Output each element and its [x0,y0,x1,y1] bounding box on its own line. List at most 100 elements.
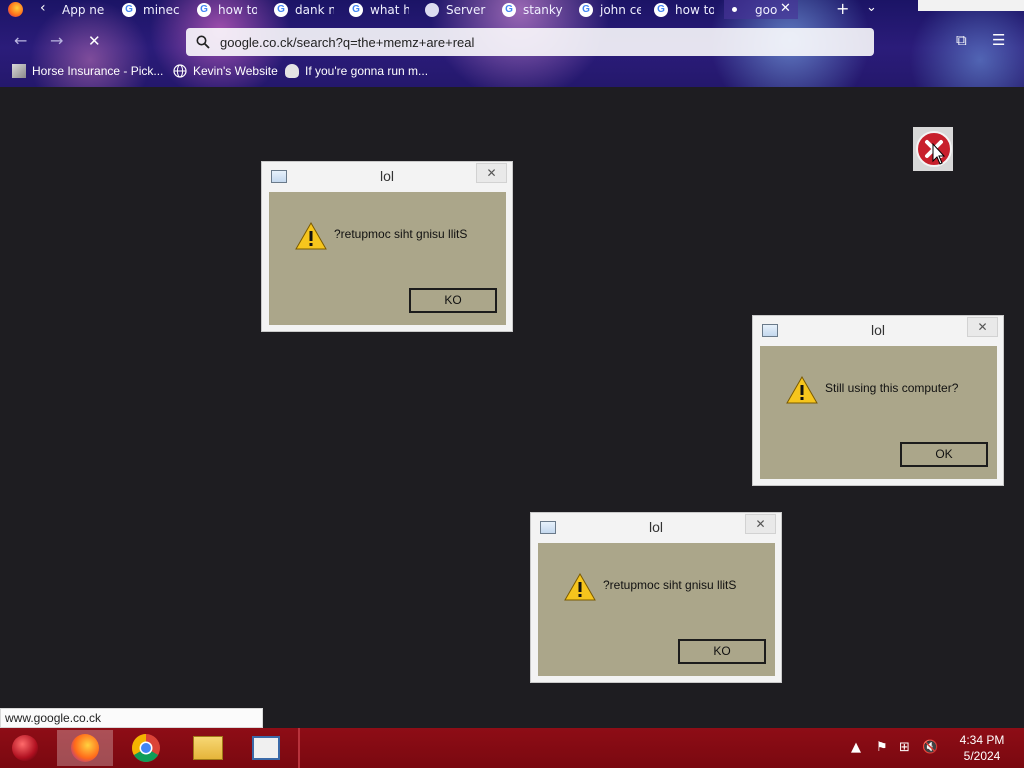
firefox-icon[interactable] [8,2,23,17]
firefox-icon [71,734,99,762]
tab-dank[interactable]: G dank n [274,0,334,19]
bookmark-if-youre-gonna[interactable]: If you're gonna run m... [285,64,428,78]
google-icon: G [654,2,668,17]
flag-icon[interactable]: ⚑ [876,740,888,755]
tab-list-chevron-icon[interactable]: ⌄ [866,0,877,15]
google-icon: G [349,2,363,17]
dialog-body: Still using this computer? OK [760,346,997,479]
tab-label: what h [370,2,409,17]
window-app-icon [252,736,280,760]
dialog-close-button[interactable]: ✕ [745,514,776,534]
clock-time: 4:34 PM [959,733,1005,747]
dialog-titlebar[interactable]: lol ✕ [753,316,1003,344]
dialog-ok-button[interactable]: KO [409,288,497,313]
dialog-close-button[interactable]: ✕ [476,163,507,183]
google-icon: G [274,2,288,17]
stop-loading-icon[interactable]: ✕ [88,32,101,50]
google-icon: G [122,2,136,17]
dialog-message: Still using this computer? [825,381,959,395]
show-hidden-icons-icon[interactable]: ▲ [851,740,861,755]
tab-label: Server I [446,2,487,17]
window-controls [918,0,1024,11]
dialog-body: ?retupmoc siht gnisu llitS KO [269,192,506,325]
volume-muted-icon[interactable]: 🔇 [922,740,938,755]
message-dialog-1: lol ✕ ?retupmoc siht gnisu llitS KO [261,161,513,332]
dialog-message: ?retupmoc siht gnisu llitS [334,227,468,241]
warning-icon [564,573,596,601]
dialog-ok-button[interactable]: KO [678,639,766,664]
horse-icon [12,64,26,78]
chrome-icon [132,734,160,762]
dialog-title: lol [379,168,394,184]
tab-server[interactable]: Server I [425,0,487,19]
globe-icon [173,64,187,78]
tab-strip: ‹ App ne G minec G how to G dank n G wha… [0,0,1024,20]
dialog-close-button[interactable]: ✕ [967,317,998,337]
search-icon [196,35,210,49]
message-dialog-3: lol ✕ ?retupmoc siht gnisu llitS KO [530,512,782,683]
google-icon: G [502,2,516,17]
tab-scroll-left-icon[interactable]: ‹ [40,0,46,16]
dialog-message: ?retupmoc siht gnisu llitS [603,578,737,592]
tab-minec[interactable]: G minec [122,0,180,19]
loading-dot-icon [732,7,737,12]
network-icon[interactable]: ⊞ [899,740,910,755]
tab-label: how to [675,2,714,17]
dialog-body: ?retupmoc siht gnisu llitS KO [538,543,775,676]
google-icon: G [197,2,211,17]
dialog-titlebar[interactable]: lol ✕ [531,513,781,541]
taskbar-firefox[interactable] [57,730,113,766]
bookmark-kevins-website[interactable]: Kevin's Website [173,64,278,78]
tab-close-icon[interactable]: ✕ [780,1,791,16]
back-arrow-icon[interactable]: ← [14,31,27,50]
navigation-row: ← → ✕ google.co.ck/search?q=the+memz+are… [0,27,1024,57]
tab-what[interactable]: G what h [349,0,409,19]
tab-how-to[interactable]: G how to [197,0,257,19]
taskbar-window-app[interactable] [238,730,294,766]
forward-arrow-icon[interactable]: → [50,31,63,50]
message-dialog-2: lol ✕ Still using this computer? OK [752,315,1004,486]
tab-label: stanky [523,2,563,17]
bookmarks-bar: Horse Insurance - Pick... Kevin's Websit… [0,62,1024,84]
system-clock[interactable]: 4:34 PM 5/2024 [952,732,1012,764]
warning-icon [295,222,327,250]
dialog-ok-button[interactable]: OK [900,442,988,467]
error-x-icon [913,127,953,171]
taskbar-file-explorer[interactable] [180,730,236,766]
tab-label: dank n [295,2,334,17]
taskbar-divider [298,728,300,768]
bookmark-label: Kevin's Website [193,64,278,78]
taskbar-chrome[interactable] [118,730,174,766]
taskbar: ▲ ⚑ ⊞ 🔇 4:34 PM 5/2024 [0,728,1024,768]
tab-label: App ne [62,2,105,17]
discord-icon [425,2,439,17]
warning-icon [786,376,818,404]
browser-chrome: ‹ App ne G minec G how to G dank n G wha… [0,0,1024,87]
tab-label: minec [143,2,180,17]
start-button[interactable] [0,730,50,766]
extensions-icon[interactable]: ⧉ [956,31,967,49]
bookmark-label: Horse Insurance - Pick... [32,64,164,78]
status-url-tooltip: www.google.co.ck [0,708,263,728]
tab-how-to-2[interactable]: G how to [654,0,714,19]
dialog-title: lol [648,519,663,535]
clock-date: 5/2024 [963,749,1001,763]
tab-app-ne[interactable]: App ne [62,0,110,19]
start-orb-icon [12,735,38,761]
menu-icon[interactable]: ☰ [992,31,1005,49]
tab-label: john ce [600,2,641,17]
google-icon: G [579,2,593,17]
address-text: google.co.ck/search?q=the+memz+are+real [220,34,475,50]
dialog-titlebar[interactable]: lol ✕ [262,162,512,190]
tab-label: how to [218,2,257,17]
skull-icon [285,64,299,78]
bookmark-horse-insurance[interactable]: Horse Insurance - Pick... [12,64,163,78]
folder-icon [193,736,223,760]
dialog-title: lol [870,322,885,338]
address-bar[interactable]: google.co.ck/search?q=the+memz+are+real [186,28,874,56]
new-tab-icon[interactable]: + [836,0,849,18]
tab-label: goo [755,2,778,17]
tab-john[interactable]: G john ce [579,0,641,19]
tab-stanky[interactable]: G stanky [502,0,564,19]
bookmark-label: If you're gonna run m... [305,64,429,78]
